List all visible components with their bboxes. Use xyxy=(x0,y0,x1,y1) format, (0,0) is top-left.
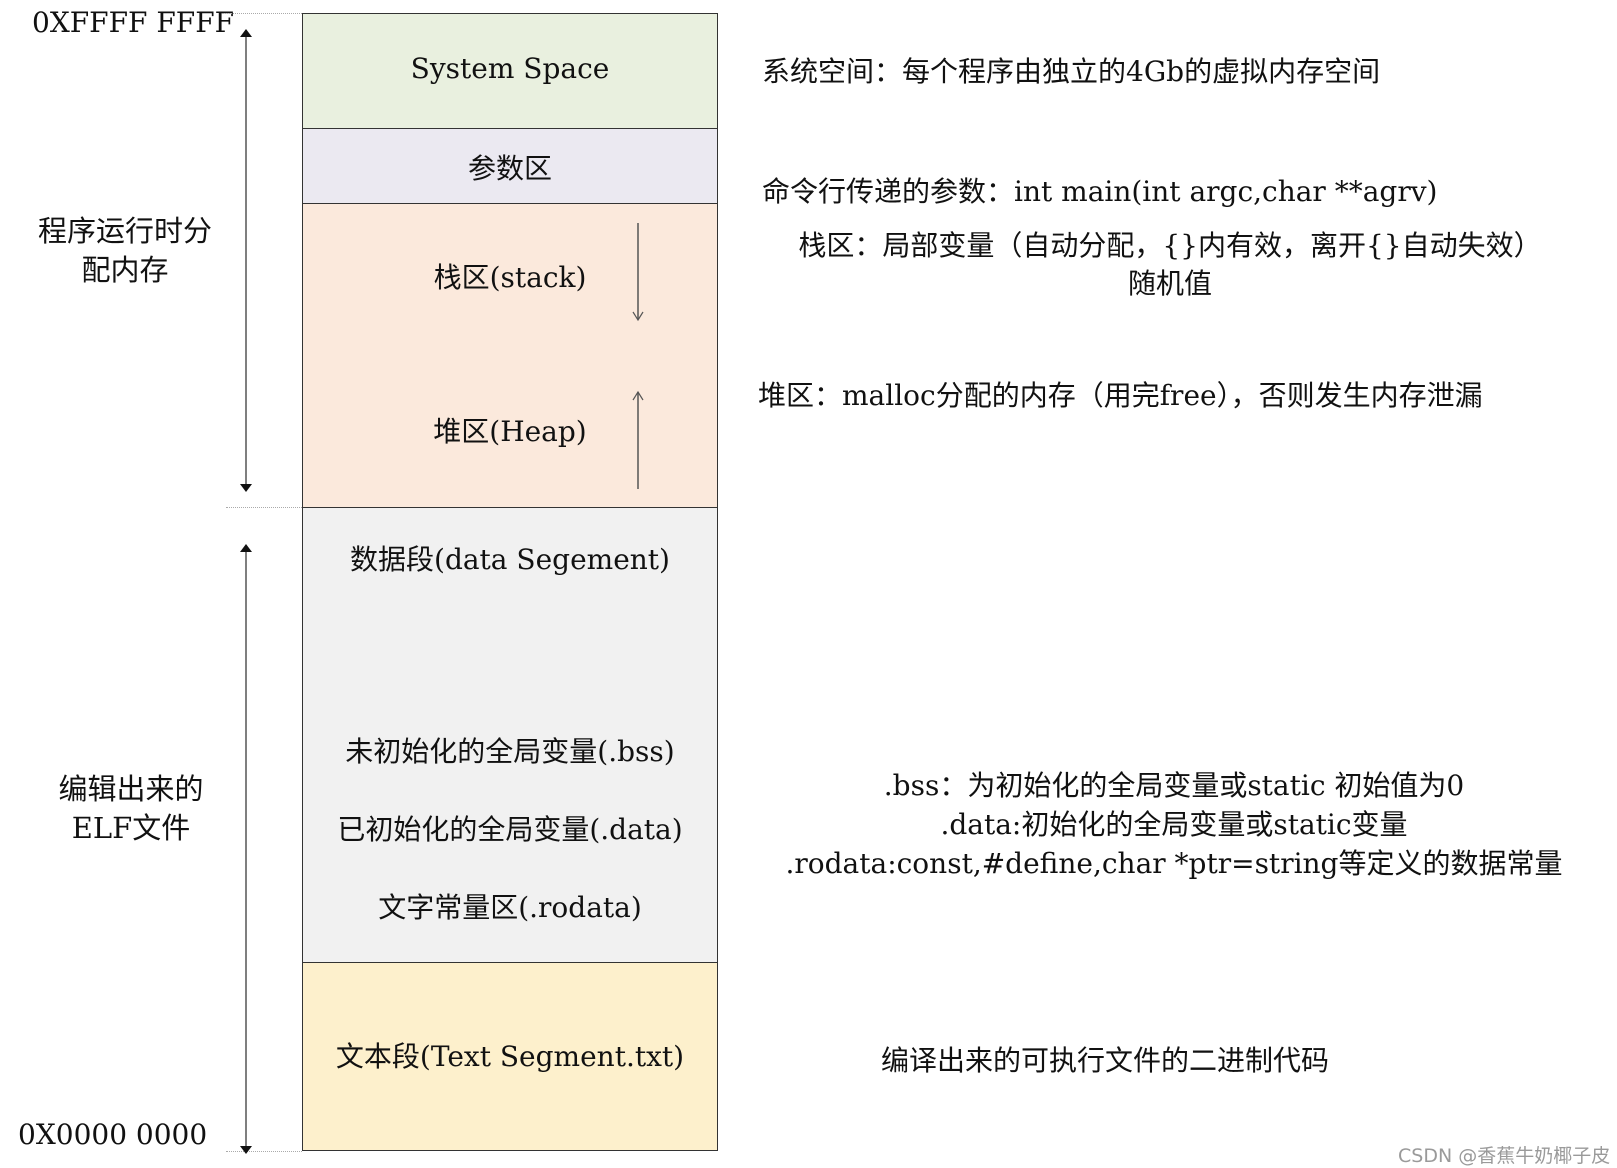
segment-text-label: 文本段(Text Segment.txt) xyxy=(335,1040,685,1073)
segment-rodata-label: 文字常量区(.rodata) xyxy=(378,891,642,924)
elf-file-label: 编辑出来的 ELF文件 xyxy=(16,770,246,848)
segment-arguments-label: 参数区 xyxy=(467,152,552,185)
segment-stack-heap: 栈区(stack) 堆区(Heap) xyxy=(303,204,717,508)
segment-data: 数据段(data Segement) 未初始化的全局变量(.bss) 已初始化的… xyxy=(303,508,717,963)
runtime-memory-label-line2: 配内存 xyxy=(81,253,169,287)
segment-initialized-data-label: 已初始化的全局变量(.data) xyxy=(337,813,683,846)
csdn-watermark: CSDN @香蕉牛奶椰子皮 xyxy=(1398,1145,1611,1167)
top-guide-line xyxy=(222,13,302,14)
description-arguments: 命令行传递的参数：int main(int argc,char **agrv) xyxy=(762,175,1438,208)
elf-span-arrow xyxy=(240,544,252,1154)
description-text: 编译出来的可执行文件的二进制代码 xyxy=(881,1044,1330,1077)
segment-arguments: 参数区 xyxy=(303,129,717,204)
description-system-space: 系统空间：每个程序由独立的4Gb的虚拟内存空间 xyxy=(762,55,1381,88)
segment-stack-label: 栈区(stack) xyxy=(433,261,587,294)
description-data-line: .data:初始化的全局变量或static变量 xyxy=(940,808,1408,841)
description-stack-line1: 栈区：局部变量（自动分配，{}内有效，离开{}自动失效） xyxy=(798,229,1542,262)
segment-heap-label: 堆区(Heap) xyxy=(433,415,587,448)
runtime-memory-label: 程序运行时分 配内存 xyxy=(10,212,240,290)
description-rodata-line: .rodata:const,#define,char *ptr=string等定… xyxy=(785,847,1563,880)
segment-system-space: System Space xyxy=(303,14,717,129)
segment-bss-label: 未初始化的全局变量(.bss) xyxy=(345,735,675,768)
heap-grow-up-arrow xyxy=(632,390,644,489)
description-stack: 栈区：局部变量（自动分配，{}内有效，离开{}自动失效） 随机值 xyxy=(755,227,1585,303)
description-data: .bss：为初始化的全局变量或static 初始值为0 .data:初始化的全局… xyxy=(738,766,1610,883)
segment-data-title: 数据段(data Segement) xyxy=(350,543,670,576)
middle-guide-line xyxy=(226,507,302,508)
description-bss-line: .bss：为初始化的全局变量或static 初始值为0 xyxy=(883,769,1465,802)
runtime-memory-label-line1: 程序运行时分 xyxy=(37,214,212,248)
stack-grow-down-arrow xyxy=(632,223,644,322)
description-heap: 堆区：malloc分配的内存（用完free），否则发生内存泄漏 xyxy=(758,379,1483,412)
elf-file-label-line2: ELF文件 xyxy=(71,811,191,845)
description-stack-line2: 随机值 xyxy=(1127,267,1212,300)
elf-file-label-line1: 编辑出来的 xyxy=(58,772,204,806)
segment-system-space-label: System Space xyxy=(410,52,610,85)
address-top-label: 0XFFFF FFFF xyxy=(32,6,235,39)
memory-layout-box: System Space 参数区 栈区(stack) 堆区(Heap) 数据段(… xyxy=(302,13,718,1151)
segment-text: 文本段(Text Segment.txt) xyxy=(303,963,717,1150)
address-bottom-label: 0X0000 0000 xyxy=(18,1118,208,1151)
